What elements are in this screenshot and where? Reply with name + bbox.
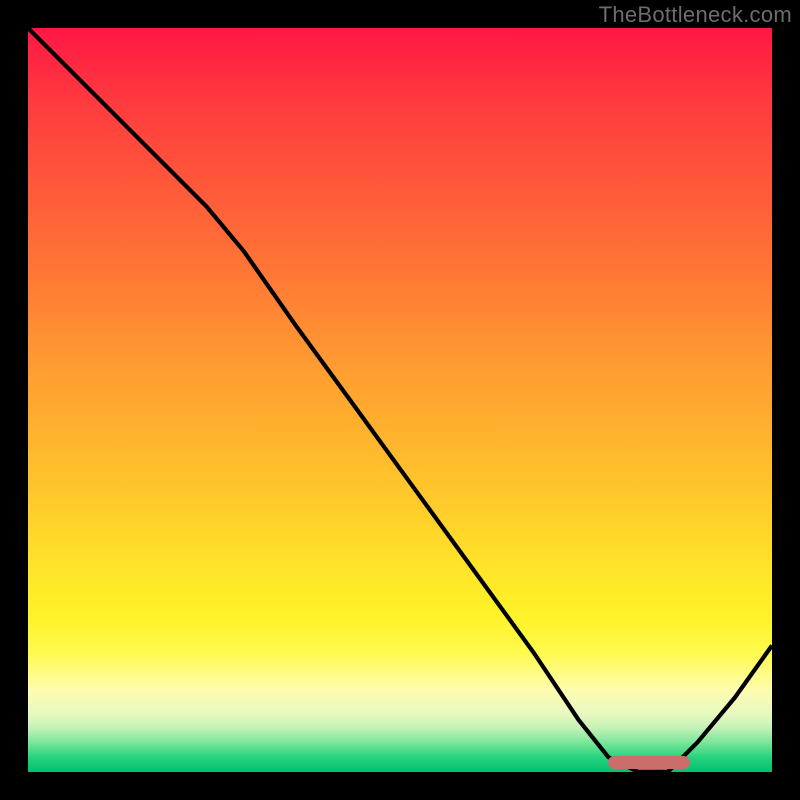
attribution-label: TheBottleneck.com: [599, 2, 792, 28]
chart-container: TheBottleneck.com: [0, 0, 800, 800]
chart-overlay: [28, 28, 772, 772]
bottleneck-curve-line: [28, 28, 772, 772]
optimal-region-marker: [608, 756, 690, 769]
